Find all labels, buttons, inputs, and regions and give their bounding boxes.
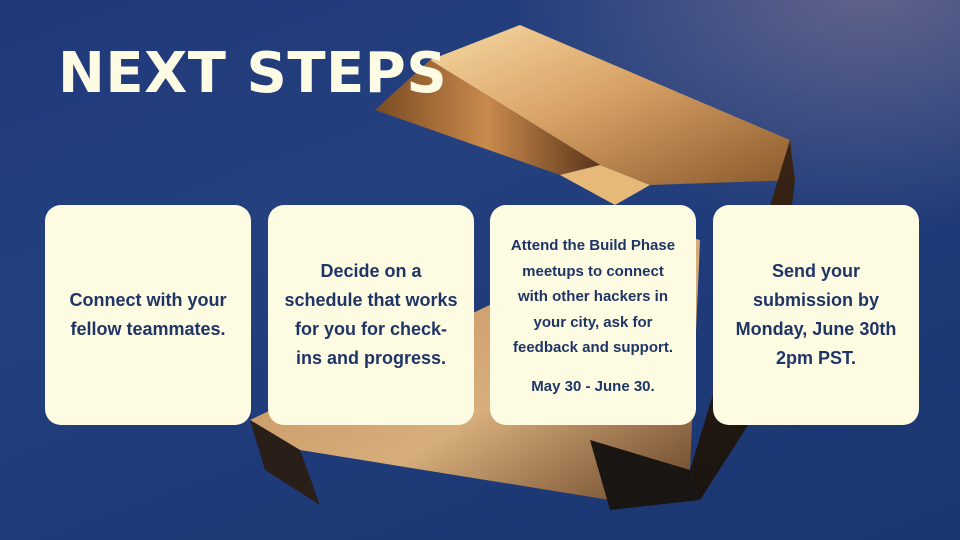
step-card-submission: Send your submission by Monday, June 30t… <box>713 205 919 425</box>
step-text: Connect with your fellow teammates. <box>69 290 227 339</box>
slide: NEXT STEPS Connect with your fellow team… <box>0 0 960 540</box>
step-card-schedule: Decide on a schedule that works for you … <box>268 205 474 425</box>
page-title: NEXT STEPS <box>58 41 448 106</box>
step-text: Decide on a schedule that works for you … <box>284 261 458 368</box>
submission-deadline: Monday, June 30th 2pm PST. <box>735 319 897 368</box>
step-text: Send your submission by Monday, June 30t… <box>729 257 903 373</box>
meetup-date-range: May 30 - June 30. <box>531 377 655 395</box>
step-card-meetups: Attend the Build Phase meetups to connec… <box>490 205 696 425</box>
submission-text: Send your submission by <box>752 261 880 310</box>
step-card-connect-teammates: Connect with your fellow teammates. <box>45 205 251 425</box>
step-text: Attend the Build Phase meetups to connec… <box>510 237 676 357</box>
